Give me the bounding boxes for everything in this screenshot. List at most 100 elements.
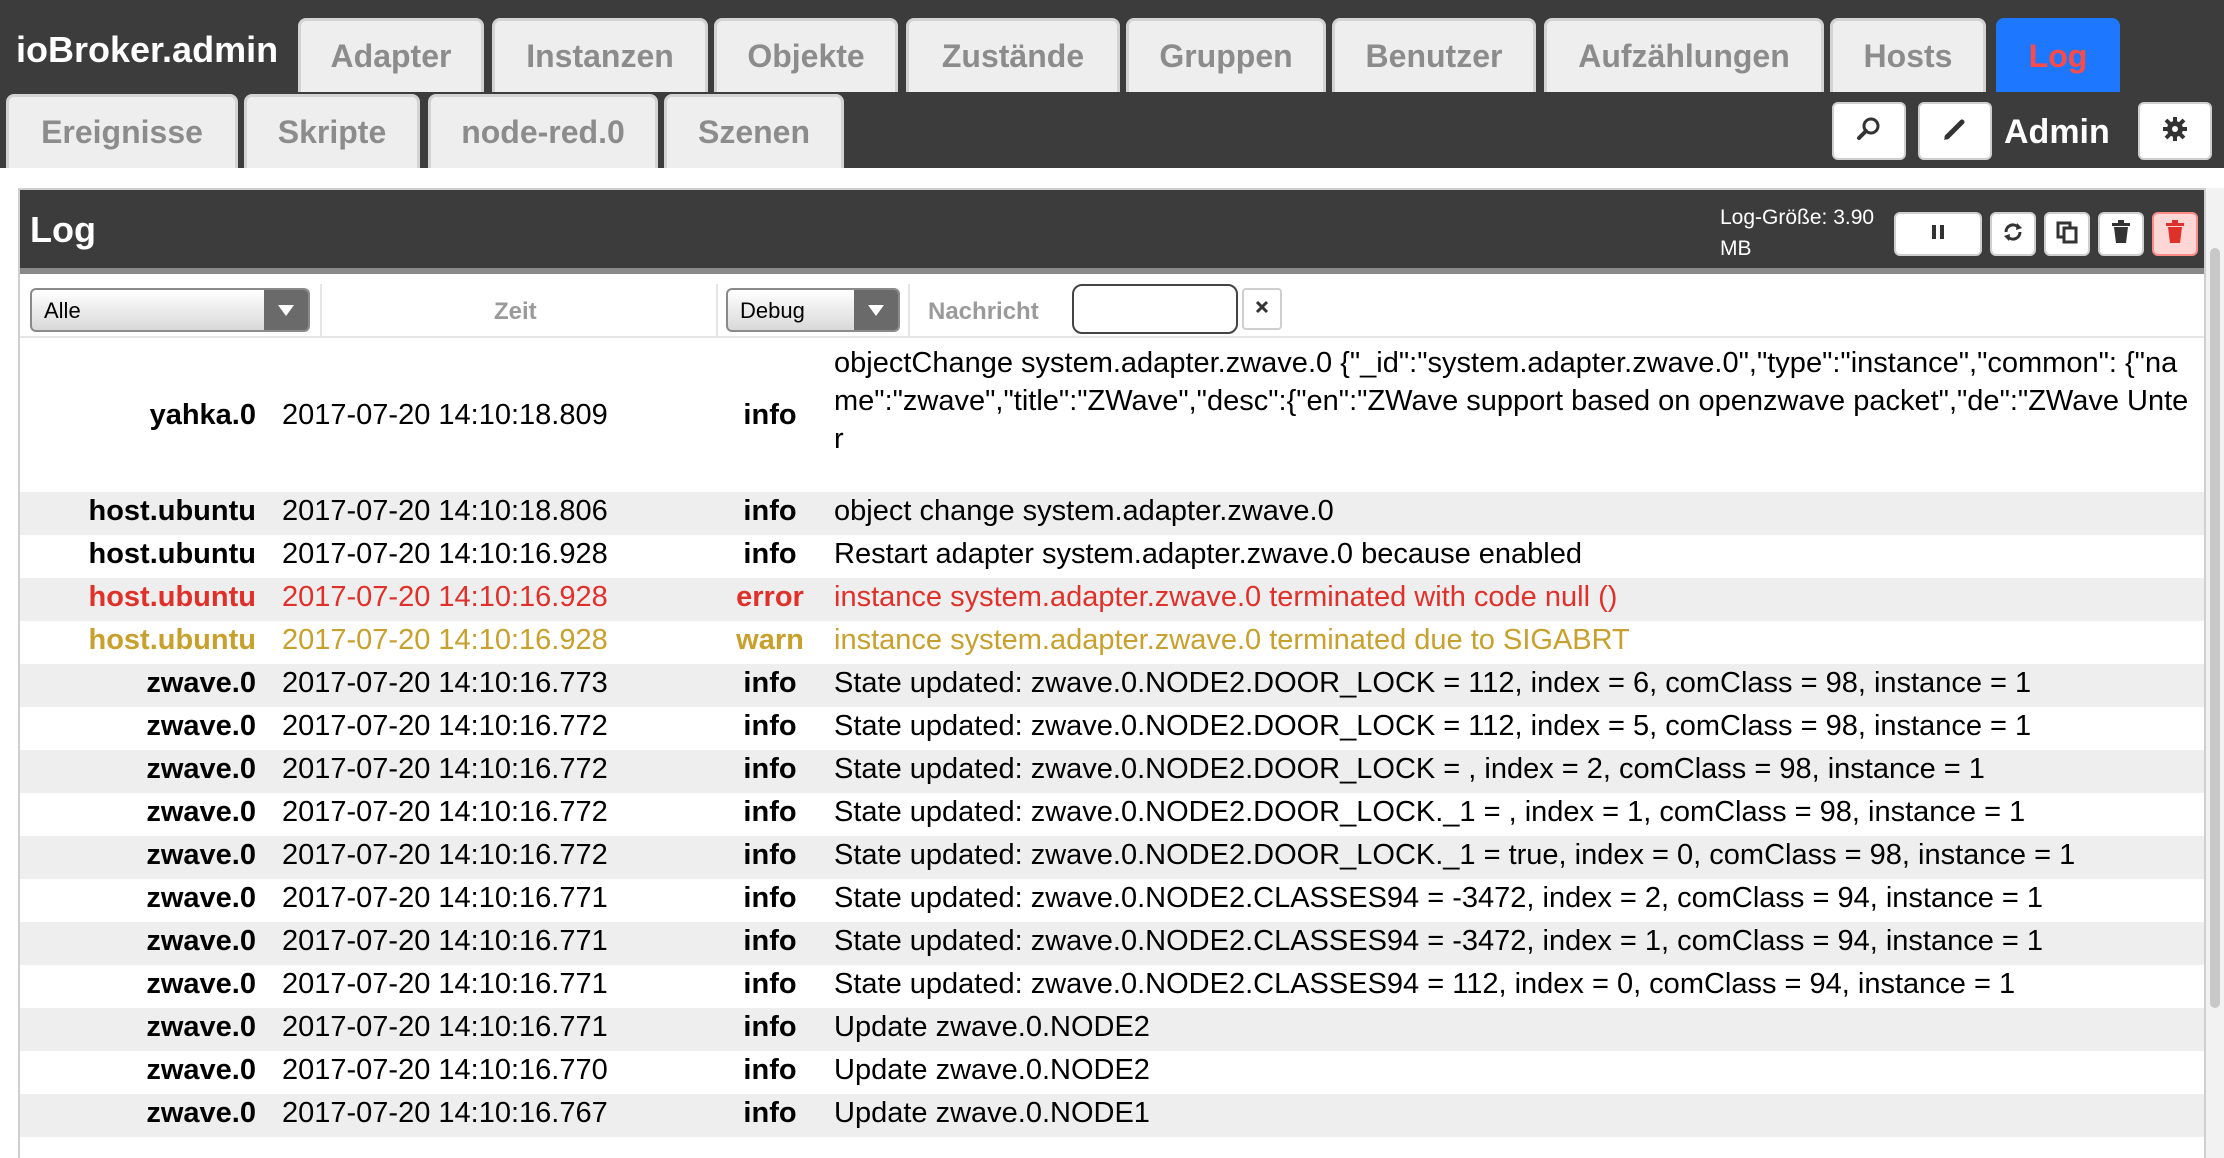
chevron-down-icon xyxy=(264,290,308,330)
refresh-button[interactable] xyxy=(1990,212,2036,256)
trash-icon xyxy=(2110,219,2132,249)
log-time: 2017-07-20 14:10:16.771 xyxy=(282,925,608,957)
log-message: Update zwave.0.NODE1 xyxy=(834,1097,1150,1129)
log-time: 2017-07-20 14:10:18.806 xyxy=(282,495,608,527)
table-row[interactable]: zwave.0 2017-07-20 14:10:16.772 info Sta… xyxy=(20,750,2204,793)
pause-button[interactable] xyxy=(1894,212,1982,256)
log-scrollbar[interactable] xyxy=(2206,188,2224,1158)
log-time: 2017-07-20 14:10:16.770 xyxy=(282,1054,608,1086)
log-severity: info xyxy=(743,925,797,957)
log-source: zwave.0 xyxy=(146,1011,256,1043)
tab-instanzen[interactable]: Instanzen xyxy=(492,18,708,92)
pencil-icon xyxy=(1942,116,1968,147)
log-time: 2017-07-20 14:10:16.771 xyxy=(282,882,608,914)
edit-button[interactable] xyxy=(1918,102,1992,160)
tab-node-red[interactable]: node-red.0 xyxy=(428,94,658,168)
scrollbar-thumb[interactable] xyxy=(2210,248,2220,1008)
log-source: zwave.0 xyxy=(146,1054,256,1086)
log-message: State updated: zwave.0.NODE2.CLASSES94 =… xyxy=(834,925,2044,957)
log-table: yahka.0 2017-07-20 14:10:18.809 info obj… xyxy=(20,340,2204,1137)
source-filter-value: Alle xyxy=(44,298,81,323)
copy-button[interactable] xyxy=(2044,212,2090,256)
log-time: 2017-07-20 14:10:18.809 xyxy=(282,399,608,431)
search-button[interactable] xyxy=(1832,102,1906,160)
table-row[interactable]: zwave.0 2017-07-20 14:10:16.772 info Sta… xyxy=(20,707,2204,750)
log-panel: Log Log-Größe: 3.90 MB Alle Zeit Debug N… xyxy=(18,188,2206,1158)
log-message: Update zwave.0.NODE2 xyxy=(834,1054,1150,1086)
log-severity: warn xyxy=(736,624,804,656)
tab-gruppen[interactable]: Gruppen xyxy=(1126,18,1326,92)
table-row[interactable]: yahka.0 2017-07-20 14:10:18.809 info obj… xyxy=(20,340,2204,492)
log-severity: info xyxy=(743,667,797,699)
clear-filter-button[interactable] xyxy=(1242,288,1282,330)
level-filter-select[interactable]: Debug xyxy=(726,288,900,332)
log-source: zwave.0 xyxy=(146,753,256,785)
log-time: 2017-07-20 14:10:16.773 xyxy=(282,667,608,699)
table-row[interactable]: host.ubuntu 2017-07-20 14:10:16.928 info… xyxy=(20,535,2204,578)
column-divider xyxy=(320,284,322,338)
table-row[interactable]: zwave.0 2017-07-20 14:10:16.767 info Upd… xyxy=(20,1094,2204,1137)
log-severity: info xyxy=(743,1054,797,1086)
table-row[interactable]: zwave.0 2017-07-20 14:10:16.771 info Sta… xyxy=(20,879,2204,922)
log-size-label: Log-Größe: 3.90 MB xyxy=(1720,206,1875,260)
tab-szenen[interactable]: Szenen xyxy=(664,94,844,168)
log-message: State updated: zwave.0.NODE2.CLASSES94 =… xyxy=(834,882,2044,914)
tab-log[interactable]: Log xyxy=(1996,18,2120,92)
tab-zustaende[interactable]: Zustände xyxy=(906,18,1120,92)
table-row[interactable]: zwave.0 2017-07-20 14:10:16.771 info Sta… xyxy=(20,922,2204,965)
column-divider xyxy=(908,284,910,338)
log-time: 2017-07-20 14:10:16.928 xyxy=(282,581,608,613)
log-time: 2017-07-20 14:10:16.771 xyxy=(282,968,608,1000)
table-row[interactable]: zwave.0 2017-07-20 14:10:16.770 info Upd… xyxy=(20,1051,2204,1094)
tab-objekte[interactable]: Objekte xyxy=(714,18,898,92)
tab-benutzer[interactable]: Benutzer xyxy=(1332,18,1536,92)
tab-ereignisse[interactable]: Ereignisse xyxy=(6,94,238,168)
clear-view-button[interactable] xyxy=(2098,212,2144,256)
log-severity: error xyxy=(736,581,804,613)
app-title: ioBroker.admin xyxy=(16,29,279,70)
tab-skripte[interactable]: Skripte xyxy=(244,94,420,168)
log-severity: info xyxy=(743,538,797,570)
log-message: instance system.adapter.zwave.0 terminat… xyxy=(834,581,1618,613)
log-message: State updated: zwave.0.NODE2.DOOR_LOCK._… xyxy=(834,839,2076,871)
close-icon xyxy=(1254,299,1270,320)
table-row[interactable]: host.ubuntu 2017-07-20 14:10:16.928 warn… xyxy=(20,621,2204,664)
settings-button[interactable] xyxy=(2138,102,2212,160)
log-time: 2017-07-20 14:10:16.767 xyxy=(282,1097,608,1129)
source-filter-select[interactable]: Alle xyxy=(30,288,310,332)
log-time: 2017-07-20 14:10:16.928 xyxy=(282,624,608,656)
table-row[interactable]: zwave.0 2017-07-20 14:10:16.771 info Upd… xyxy=(20,1008,2204,1051)
log-source: zwave.0 xyxy=(146,839,256,871)
log-severity: info xyxy=(743,753,797,785)
log-source: host.ubuntu xyxy=(88,581,256,613)
log-message: State updated: zwave.0.NODE2.DOOR_LOCK =… xyxy=(834,667,2032,699)
time-column-header: Zeit xyxy=(494,298,537,325)
table-row[interactable]: zwave.0 2017-07-20 14:10:16.772 info Sta… xyxy=(20,793,2204,836)
delete-log-button[interactable] xyxy=(2152,212,2198,256)
log-severity: info xyxy=(743,882,797,914)
table-row[interactable]: host.ubuntu 2017-07-20 14:10:16.928 erro… xyxy=(20,578,2204,621)
refresh-icon xyxy=(2000,219,2026,250)
tab-adapter[interactable]: Adapter xyxy=(298,18,484,92)
log-message: instance system.adapter.zwave.0 terminat… xyxy=(834,624,1630,656)
table-row[interactable]: zwave.0 2017-07-20 14:10:16.772 info Sta… xyxy=(20,836,2204,879)
log-source: zwave.0 xyxy=(146,796,256,828)
tab-aufzaehlungen[interactable]: Aufzählungen xyxy=(1544,18,1824,92)
message-column-header: Nachricht xyxy=(928,298,1039,325)
log-message: State updated: zwave.0.NODE2.CLASSES94 =… xyxy=(834,968,2016,1000)
log-source: host.ubuntu xyxy=(88,538,256,570)
table-row[interactable]: host.ubuntu 2017-07-20 14:10:18.806 info… xyxy=(20,492,2204,535)
table-row[interactable]: zwave.0 2017-07-20 14:10:16.771 info Sta… xyxy=(20,965,2204,1008)
log-severity: info xyxy=(743,495,797,527)
user-name: Admin xyxy=(2004,113,2110,151)
log-source: host.ubuntu xyxy=(88,495,256,527)
message-filter-input[interactable] xyxy=(1072,284,1238,334)
log-time: 2017-07-20 14:10:16.772 xyxy=(282,796,608,828)
chevron-down-icon xyxy=(854,290,898,330)
log-time: 2017-07-20 14:10:16.771 xyxy=(282,1011,608,1043)
gear-icon xyxy=(2161,115,2189,148)
log-message: State updated: zwave.0.NODE2.DOOR_LOCK =… xyxy=(834,753,1985,785)
log-source: host.ubuntu xyxy=(88,624,256,656)
table-row[interactable]: zwave.0 2017-07-20 14:10:16.773 info Sta… xyxy=(20,664,2204,707)
tab-hosts[interactable]: Hosts xyxy=(1830,18,1986,92)
